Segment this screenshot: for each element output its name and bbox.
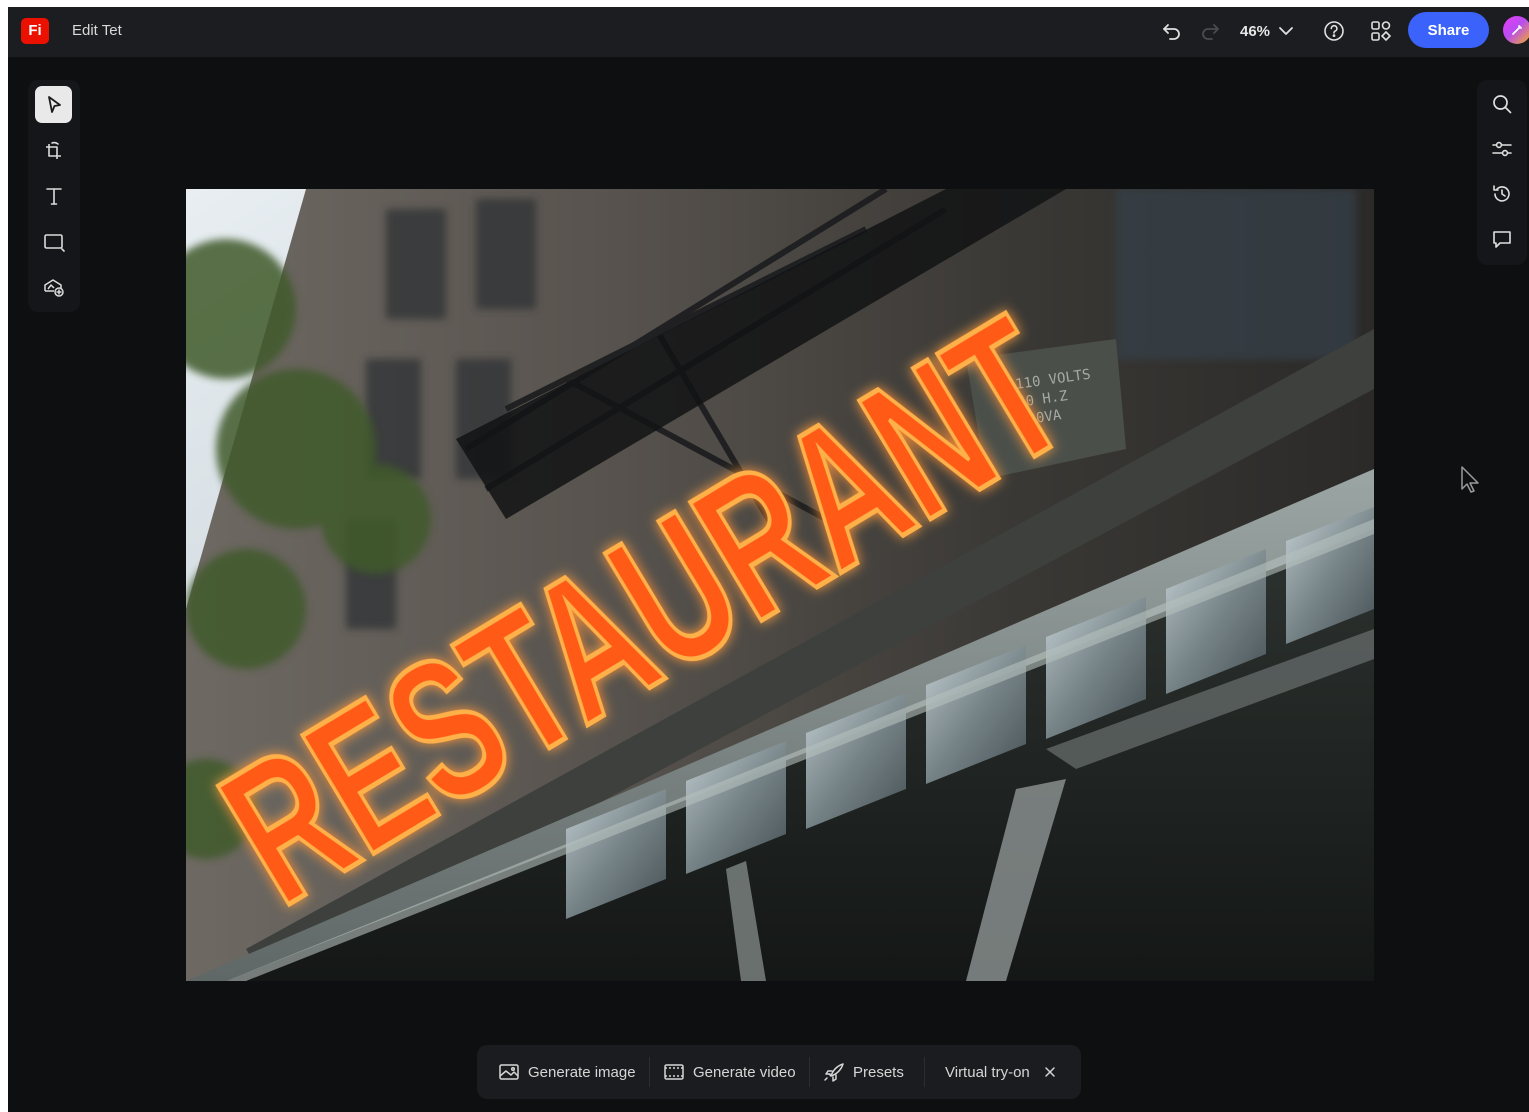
avatar[interactable] — [1503, 16, 1529, 44]
generate-image-label: Generate image — [528, 1063, 636, 1081]
document-title[interactable]: Edit Tet — [72, 22, 122, 39]
generate-video-button[interactable]: Generate video — [663, 1054, 796, 1090]
divider — [649, 1057, 650, 1087]
image-icon — [498, 1062, 520, 1082]
presets-label: Presets — [853, 1063, 904, 1081]
crop-tool[interactable] — [35, 132, 72, 169]
action-bar: Generate image Generate video Presets Vi… — [477, 1045, 1081, 1099]
share-button[interactable]: Share — [1408, 12, 1489, 48]
left-toolbar — [28, 80, 80, 312]
top-bar: Fi Edit Tet 46% Share — [8, 7, 1529, 58]
generate-video-label: Generate video — [693, 1063, 796, 1081]
text-icon — [43, 185, 65, 207]
search-icon[interactable] — [1489, 91, 1515, 117]
canvas-image[interactable]: 110 VOLTS 60 H.Z 720VA RESTAURANT — [186, 189, 1374, 981]
video-icon — [663, 1062, 685, 1082]
app-window: Fi Edit Tet 46% Share 110 VOLTS 60 H.Z 7… — [8, 7, 1529, 1112]
zoom-dropdown[interactable]: 46% — [1240, 19, 1294, 43]
close-icon[interactable] — [1044, 1066, 1056, 1078]
zoom-level: 46% — [1240, 22, 1271, 40]
mouse-cursor-icon — [1460, 465, 1482, 493]
rocket-icon — [823, 1062, 845, 1082]
app-logo[interactable]: Fi — [21, 18, 49, 44]
undo-icon[interactable] — [1160, 19, 1184, 43]
generative-fill-tool[interactable] — [35, 268, 72, 305]
crop-rotate-icon — [43, 140, 65, 162]
generative-fill-icon — [42, 276, 66, 298]
virtual-tryon-chip[interactable]: Virtual try-on — [945, 1054, 1056, 1090]
right-toolbar — [1477, 80, 1527, 265]
divider — [924, 1057, 925, 1087]
select-arrow-icon — [43, 94, 65, 116]
presets-button[interactable]: Presets — [823, 1054, 904, 1090]
adjustments-icon[interactable] — [1489, 136, 1515, 162]
help-icon[interactable] — [1322, 19, 1346, 43]
divider — [809, 1057, 810, 1087]
virtual-tryon-label: Virtual try-on — [945, 1063, 1030, 1081]
apps-icon[interactable] — [1369, 19, 1393, 43]
shape-tool[interactable] — [35, 223, 72, 260]
history-icon[interactable] — [1489, 181, 1515, 207]
select-tool[interactable] — [35, 86, 72, 123]
redo-icon[interactable] — [1198, 19, 1222, 43]
generate-image-button[interactable]: Generate image — [498, 1054, 636, 1090]
comment-icon[interactable] — [1489, 226, 1515, 252]
chevron-down-icon — [1278, 23, 1294, 39]
rectangle-shape-icon — [42, 231, 66, 253]
text-tool[interactable] — [35, 177, 72, 214]
